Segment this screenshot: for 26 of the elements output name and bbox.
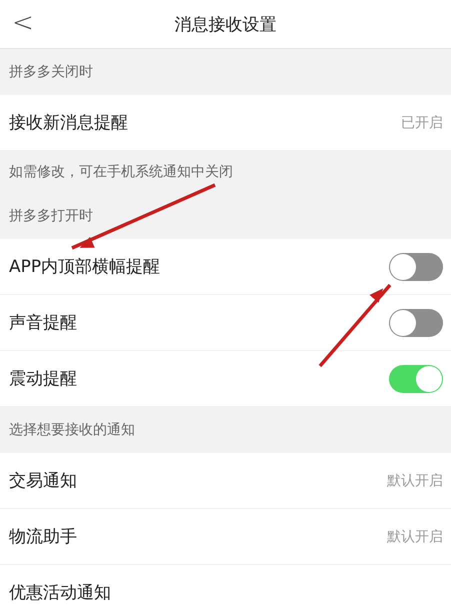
row-label: 震动提醒	[9, 368, 77, 390]
row-label: 物流助手	[9, 526, 77, 548]
section-title: 拼多多关闭时	[9, 63, 93, 81]
row-label: 接收新消息提醒	[9, 112, 128, 134]
settings-row[interactable]: 物流助手 默认开启	[0, 509, 451, 565]
toggle-switch[interactable]	[389, 252, 443, 280]
page-title: 消息接收设置	[174, 14, 276, 36]
section-title: 拼多多打开时	[9, 207, 93, 225]
section-title: 选择想要接收的通知	[9, 421, 135, 439]
toggle-switch[interactable]	[389, 308, 443, 336]
row-value: 默认开启	[387, 472, 443, 490]
settings-row[interactable]: 接收新消息提醒 已开启	[0, 95, 451, 151]
row-label: 交易通知	[9, 470, 77, 492]
row-label: 声音提醒	[9, 312, 77, 334]
settings-row[interactable]: 声音提醒	[0, 295, 451, 351]
settings-row[interactable]: APP内顶部横幅提醒	[0, 239, 451, 295]
row-label: APP内顶部横幅提醒	[9, 256, 160, 278]
settings-row[interactable]: 优惠活动通知	[0, 565, 451, 611]
toggle-switch[interactable]	[389, 364, 443, 392]
settings-row[interactable]: 震动提醒	[0, 351, 451, 407]
row-label: 优惠活动通知	[9, 582, 111, 604]
back-button[interactable]: <	[6, 8, 40, 38]
settings-row[interactable]: 交易通知 默认开启	[0, 453, 451, 509]
row-value: 已开启	[401, 114, 443, 132]
section-note: 如需修改，可在手机系统通知中关闭	[8, 163, 234, 182]
row-value: 默认开启	[387, 528, 443, 546]
